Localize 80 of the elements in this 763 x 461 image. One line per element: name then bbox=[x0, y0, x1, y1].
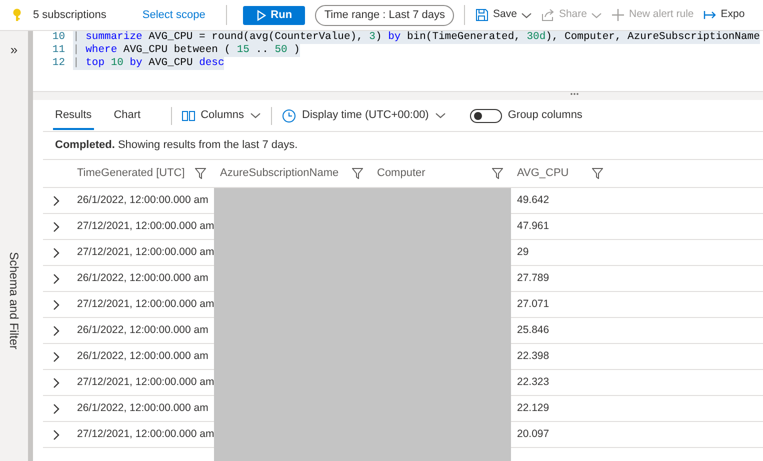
query-editor[interactable]: 10 | summarize AVG_CPU = round(avg(CounterValue), 3) by bin(TimeGenerated, 30d), Computer, AzureSubscriptionName 11 | where AVG_CPU between ( 15 .. 50 ) 12 | top 10 by AVG_CPU desc bbox=[33, 31, 763, 92]
table-cell: 26/1/2022, 12:00:00.000 am bbox=[77, 194, 208, 206]
play-icon bbox=[256, 10, 266, 20]
columns-icon bbox=[182, 110, 195, 122]
time-range-button[interactable]: Time range : Last 7 days bbox=[315, 4, 454, 26]
chevron-right-icon bbox=[52, 298, 60, 310]
line-number: 12 bbox=[51, 57, 66, 70]
filter-icon[interactable] bbox=[492, 168, 503, 179]
table-cell: 27.789 bbox=[517, 272, 550, 284]
filter-icon[interactable] bbox=[592, 168, 603, 179]
line-number: 11 bbox=[51, 44, 66, 57]
filter-icon[interactable] bbox=[195, 168, 206, 179]
column-header[interactable]: AzureSubscriptionName bbox=[220, 165, 339, 182]
table-cell: 20.097 bbox=[517, 428, 550, 440]
filter-icon[interactable] bbox=[352, 168, 363, 179]
expand-row-button[interactable] bbox=[52, 246, 62, 258]
table-cell: 26/1/2022, 12:00:00.000 am bbox=[77, 402, 208, 414]
arrow-icon bbox=[702, 8, 717, 22]
chevron-right-icon bbox=[52, 272, 60, 284]
toolbar-button[interactable]: Expo bbox=[702, 7, 745, 23]
table-cell: 22.398 bbox=[517, 350, 550, 362]
plus-icon bbox=[610, 8, 625, 22]
expand-row-button[interactable] bbox=[52, 194, 62, 206]
toggle-switch[interactable] bbox=[470, 108, 502, 122]
table-cell: 27/12/2021, 12:00:00.000 am bbox=[77, 246, 214, 258]
expand-button[interactable]: » bbox=[10, 40, 18, 60]
table-cell: 49.642 bbox=[517, 194, 550, 206]
table-cell: 26/1/2022, 12:00:00.000 am bbox=[77, 272, 208, 284]
expand-row-button[interactable] bbox=[52, 298, 62, 310]
line-number: 10 bbox=[51, 31, 66, 44]
results-tab[interactable]: Chart bbox=[112, 100, 143, 130]
resize-grip-icon[interactable] bbox=[570, 92, 579, 96]
chevron-right-icon bbox=[52, 428, 60, 440]
table-cell: 47.961 bbox=[517, 220, 550, 232]
chevron-down-icon bbox=[520, 12, 532, 18]
column-header[interactable]: Computer bbox=[377, 165, 426, 182]
scope-label: 5 subscriptions bbox=[33, 8, 106, 23]
table-cell: 27/12/2021, 12:00:00.000 am bbox=[77, 298, 214, 310]
expand-row-button[interactable] bbox=[52, 350, 62, 362]
key-icon bbox=[12, 8, 22, 22]
column-header[interactable]: TimeGenerated [UTC] bbox=[77, 165, 185, 182]
chevron-right-icon bbox=[52, 376, 60, 388]
share-icon bbox=[540, 8, 555, 22]
expand-row-button[interactable] bbox=[52, 428, 62, 440]
chevron-down-icon bbox=[250, 112, 261, 119]
chevron-right-icon bbox=[52, 324, 60, 336]
chevron-down-icon bbox=[434, 112, 446, 119]
panel-label: Schema and Filter bbox=[6, 252, 22, 349]
chevron-right-icon bbox=[52, 350, 60, 362]
toggle-label: Group columns bbox=[508, 108, 582, 124]
clock-icon bbox=[282, 108, 296, 122]
table-cell: 29 bbox=[517, 246, 529, 258]
chevron-right-icon bbox=[52, 220, 60, 232]
table-cell: 27.071 bbox=[517, 298, 550, 310]
chevron-right-icon bbox=[52, 194, 60, 206]
status-message: Completed. Showing results from the last 7 days. bbox=[55, 138, 298, 154]
results-tab[interactable]: Results bbox=[53, 100, 94, 130]
expand-row-button[interactable] bbox=[52, 324, 62, 336]
chevron-right-icon bbox=[52, 246, 60, 258]
select-scope-link[interactable]: Select scope bbox=[142, 6, 206, 24]
display-time-button[interactable]: Display time (UTC+00:00) bbox=[282, 107, 446, 124]
expand-row-button[interactable] bbox=[52, 272, 62, 284]
table-cell: 27/12/2021, 12:00:00.000 am bbox=[77, 220, 214, 232]
table-cell: 27/12/2021, 12:00:00.000 am bbox=[77, 428, 214, 440]
chevron-right-icon bbox=[52, 402, 60, 414]
table-cell: 26/1/2022, 12:00:00.000 am bbox=[77, 324, 208, 336]
expand-row-button[interactable] bbox=[52, 376, 62, 388]
toolbar-button[interactable]: Save bbox=[475, 7, 532, 23]
table-cell: 26/1/2022, 12:00:00.000 am bbox=[77, 350, 208, 362]
chevron-down-icon bbox=[590, 12, 602, 18]
expand-row-button[interactable] bbox=[52, 220, 62, 232]
save-icon bbox=[475, 8, 490, 22]
column-header[interactable]: AVG_CPU bbox=[517, 165, 569, 182]
table-cell: 27/12/2021, 12:00:00.000 am bbox=[77, 376, 214, 388]
run-button[interactable]: Run bbox=[243, 6, 306, 24]
table-cell: 22.323 bbox=[517, 376, 550, 388]
table-cell: 25.846 bbox=[517, 324, 550, 336]
expand-row-button[interactable] bbox=[52, 402, 62, 414]
table-cell: 22.129 bbox=[517, 402, 550, 414]
columns-button[interactable]: Columns bbox=[182, 107, 261, 124]
